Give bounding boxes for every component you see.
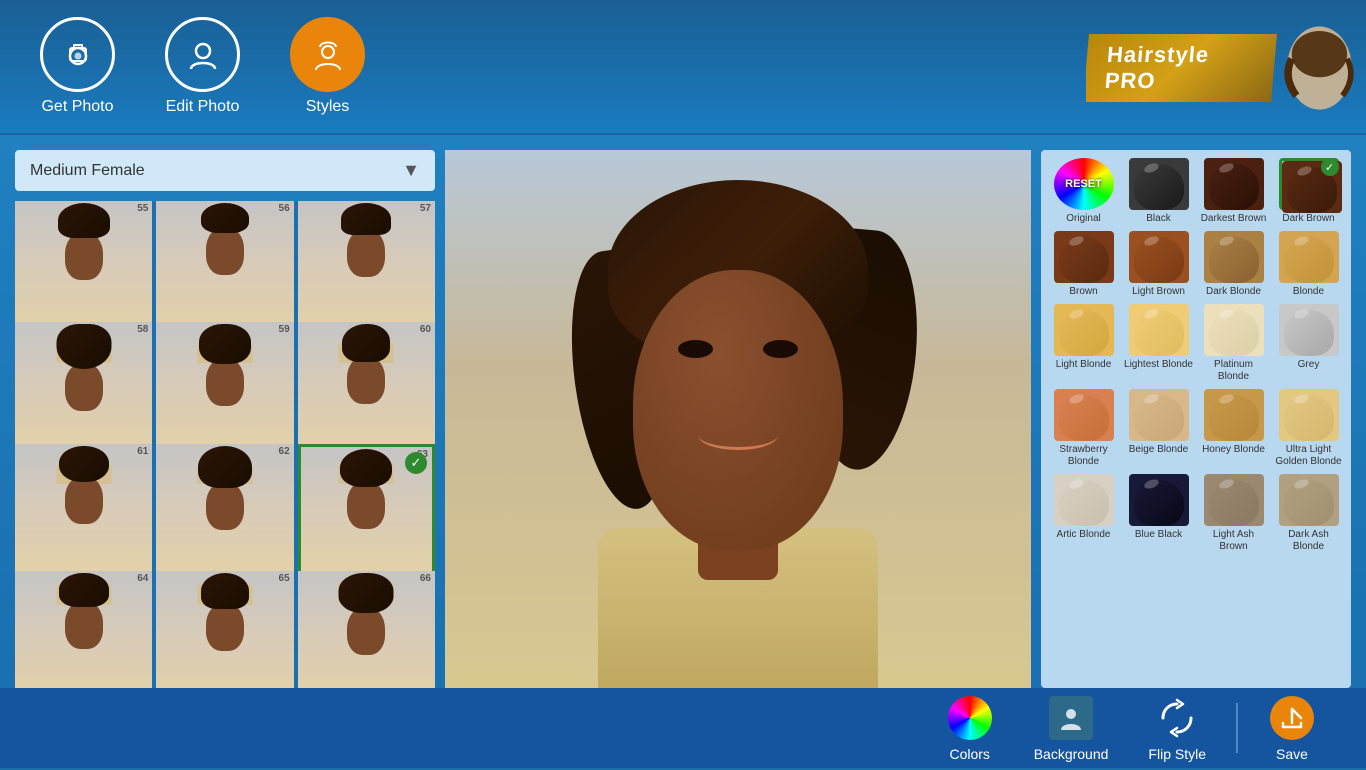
color-swatch-reset[interactable]: RESET Original [1049, 158, 1118, 225]
color-swatch-platinum-blonde[interactable]: Platinum Blonde [1199, 304, 1268, 383]
colors-icon [946, 694, 994, 742]
app-title: Hairstyle PRO [1086, 34, 1277, 102]
colors-panel: RESET Original Black Darkest Brown [1041, 150, 1351, 688]
colors-button[interactable]: Colors [926, 686, 1014, 770]
styles-icon [290, 17, 365, 92]
main-content: Medium Female ▼ 55 56 57 [0, 135, 1366, 688]
bottom-toolbar: Colors Background Flip Style [0, 688, 1366, 768]
save-button[interactable]: Save [1248, 686, 1336, 770]
background-label: Background [1034, 746, 1109, 762]
save-label: Save [1276, 746, 1308, 762]
get-photo-label: Get Photo [41, 98, 113, 116]
nav-edit-photo[interactable]: Edit Photo [165, 17, 240, 116]
color-swatch-dark-brown[interactable]: ✓ Dark Brown [1274, 158, 1343, 225]
style-category-dropdown[interactable]: Medium Female ▼ [15, 150, 435, 191]
flip-style-label: Flip Style [1148, 746, 1206, 762]
edit-photo-label: Edit Photo [166, 98, 240, 116]
flip-icon [1153, 694, 1201, 742]
nav-get-photo[interactable]: Get Photo [40, 17, 115, 116]
edit-photo-icon [165, 17, 240, 92]
style-thumb-65[interactable]: 65 [156, 571, 293, 688]
color-swatch-light-blonde[interactable]: Light Blonde [1049, 304, 1118, 383]
dropdown-arrow-icon: ▼ [402, 160, 420, 181]
styles-panel: Medium Female ▼ 55 56 57 [15, 150, 435, 688]
colors-label: Colors [949, 746, 989, 762]
color-swatch-brown[interactable]: Brown [1049, 231, 1118, 298]
color-swatch-beige-blonde[interactable]: Beige Blonde [1124, 389, 1193, 468]
person-preview [445, 150, 1031, 688]
background-button[interactable]: Background [1014, 686, 1129, 770]
toolbar-divider [1236, 703, 1238, 753]
style-thumb-66[interactable]: 66 [298, 571, 435, 688]
style-category-selected: Medium Female [30, 162, 145, 180]
color-swatch-black[interactable]: Black [1124, 158, 1193, 225]
flip-style-button[interactable]: Flip Style [1128, 686, 1226, 770]
color-swatch-ultra-light-golden-blonde[interactable]: Ultra Light Golden Blonde [1274, 389, 1343, 468]
color-swatch-dark-ash-blonde[interactable]: Dark Ash Blonde [1274, 474, 1343, 553]
color-swatch-strawberry-blonde[interactable]: Strawberry Blonde [1049, 389, 1118, 468]
color-swatch-light-ash-brown[interactable]: Light Ash Brown [1199, 474, 1268, 553]
logo-area: Hairstyle PRO [1086, 0, 1366, 135]
color-swatch-darkest-brown[interactable]: Darkest Brown [1199, 158, 1268, 225]
background-icon [1047, 694, 1095, 742]
styles-label: Styles [306, 98, 350, 116]
style-thumb-64[interactable]: 64 [15, 571, 152, 688]
color-swatch-light-brown[interactable]: Light Brown [1124, 231, 1193, 298]
save-icon [1268, 694, 1316, 742]
color-swatch-blue-black[interactable]: Blue Black [1124, 474, 1193, 553]
color-swatch-honey-blonde[interactable]: Honey Blonde [1199, 389, 1268, 468]
color-swatch-dark-blonde[interactable]: Dark Blonde [1199, 231, 1268, 298]
color-swatch-grey[interactable]: Grey [1274, 304, 1343, 383]
preview-panel [445, 150, 1031, 688]
color-swatch-lightest-blonde[interactable]: Lightest Blonde [1124, 304, 1193, 383]
color-swatch-artic-blonde[interactable]: Artic Blonde [1049, 474, 1118, 553]
style-thumbnails-grid: 55 56 57 58 [15, 201, 435, 688]
header: Get Photo Edit Photo Styles Hairstyle PR… [0, 0, 1366, 135]
nav-styles[interactable]: Styles [290, 17, 365, 116]
color-swatch-blonde[interactable]: Blonde [1274, 231, 1343, 298]
get-photo-icon [40, 17, 115, 92]
